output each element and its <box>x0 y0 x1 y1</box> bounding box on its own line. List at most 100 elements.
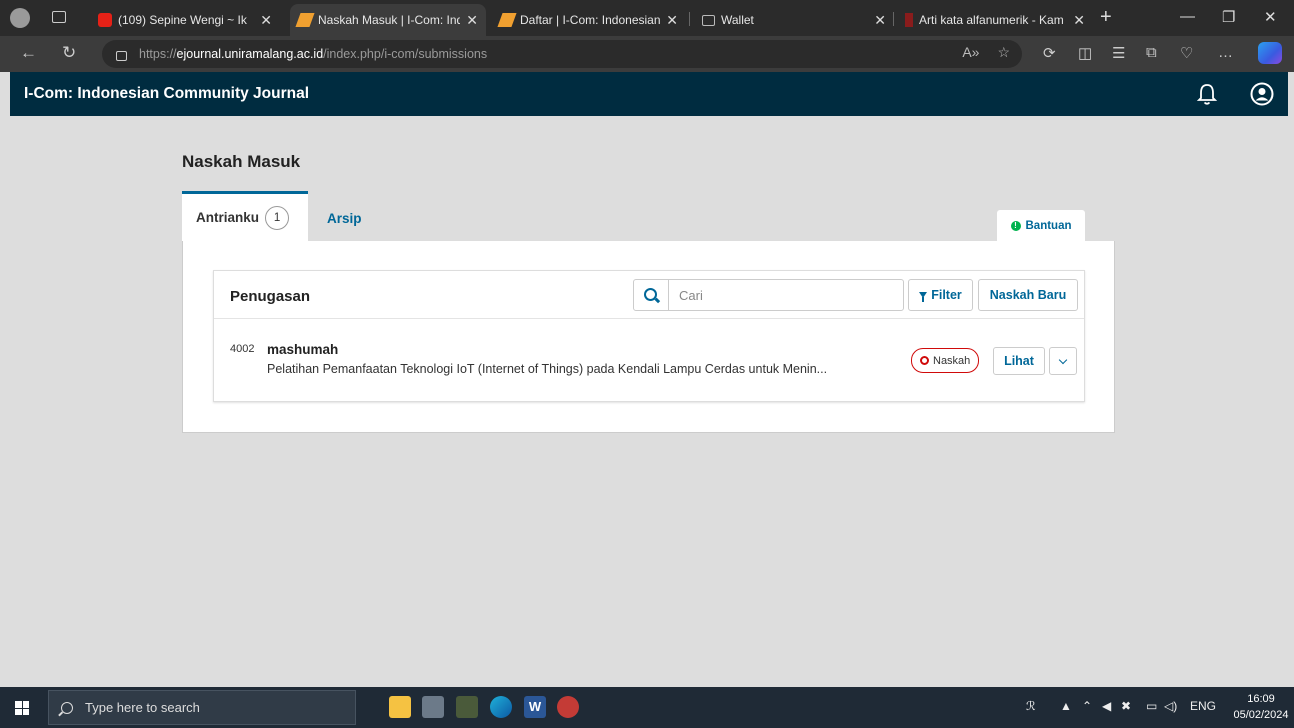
filter-button[interactable]: Filter <box>908 279 973 311</box>
network-icon[interactable]: ▭ <box>1146 699 1157 713</box>
taskbar-app-red-icon[interactable] <box>557 696 579 718</box>
url-scheme: https:// <box>139 47 177 61</box>
refresh-icon[interactable]: ↻ <box>62 43 76 63</box>
tab-label: Arti kata alfanumerik - Kam <box>919 13 1064 27</box>
filter-funnel-icon <box>919 292 928 302</box>
tab-archive[interactable]: Arsip <box>327 211 362 226</box>
profile-avatar-icon[interactable] <box>10 8 30 28</box>
submission-title: Pelatihan Pemanfaatan Teknologi IoT (Int… <box>267 362 828 376</box>
more-menu-icon[interactable]: … <box>1218 44 1233 61</box>
tab-actions-icon[interactable] <box>52 11 66 23</box>
taskbar-search-box[interactable]: Type here to search <box>48 690 356 725</box>
read-aloud-icon[interactable]: A» <box>962 44 979 61</box>
youtube-favicon-icon <box>98 13 112 27</box>
minimize-icon[interactable]: — <box>1180 8 1195 25</box>
browser-tab-strip: (109) Sepine Wengi ~ Ik ✕ Naskah Masuk |… <box>0 0 1294 36</box>
split-screen-icon[interactable]: ◫ <box>1078 44 1092 62</box>
tab-label: Naskah Masuk | I-Com: Indo <box>318 13 461 27</box>
stage-label: Naskah <box>933 354 971 367</box>
windows-taskbar: Type here to search W ℛ ▲ ⌃ ◀ ✖ ▭ ◁) ENG… <box>0 687 1294 728</box>
browser-tab-wallet[interactable]: Wallet ✕ <box>694 4 894 36</box>
new-tab-button[interactable]: + <box>1100 6 1112 29</box>
browser-essentials-icon[interactable]: ♡ <box>1180 44 1193 62</box>
drive-icon[interactable]: ▲ <box>1060 699 1072 713</box>
page-title: Naskah Masuk <box>182 152 301 171</box>
help-button[interactable]: ! Bantuan <box>997 210 1085 241</box>
extensions-icon[interactable]: ⟳ <box>1043 44 1056 62</box>
url-path: /index.php/i-com/submissions <box>323 47 488 61</box>
dictionary-favicon-icon <box>905 13 913 27</box>
tray-app-icon[interactable]: ◀ <box>1102 699 1111 713</box>
search-icon <box>61 701 73 714</box>
people-icon[interactable]: ℛ <box>1026 699 1036 713</box>
user-account-icon[interactable] <box>1250 82 1274 106</box>
tab-close-icon[interactable]: ✕ <box>1073 12 1085 29</box>
word-app-icon[interactable]: W <box>524 696 546 718</box>
favorite-star-icon[interactable]: ☆ <box>997 44 1010 61</box>
notification-bell-icon[interactable] <box>1196 82 1218 106</box>
taskbar-clock[interactable]: 16:09 05/02/2024 <box>1231 691 1291 723</box>
taskbar-app-icon[interactable] <box>456 696 478 718</box>
language-indicator[interactable]: ENG <box>1190 699 1216 713</box>
taskbar-search-placeholder: Type here to search <box>85 700 200 715</box>
search-box <box>633 279 904 311</box>
submission-author: mashumah <box>267 342 339 357</box>
app-header: I-Com: Indonesian Community Journal <box>10 72 1288 116</box>
tab-label: (109) Sepine Wengi ~ Ik <box>118 13 247 27</box>
queue-count-badge: 1 <box>265 205 290 230</box>
tab-my-queue-label: Antrianku <box>196 210 260 225</box>
browser-tab-naskah-masuk[interactable]: Naskah Masuk | I-Com: Indo ✕ <box>290 4 486 36</box>
browser-tab-youtube[interactable]: (109) Sepine Wengi ~ Ik ✕ <box>90 4 280 36</box>
file-explorer-icon[interactable] <box>389 696 411 718</box>
search-icon[interactable] <box>634 280 669 310</box>
volume-icon[interactable]: ◁) <box>1164 699 1177 713</box>
stage-badge[interactable]: Naskah <box>911 348 980 373</box>
list-item: 4002 mashumah Pelatihan Pemanfaatan Tekn… <box>214 320 1084 402</box>
address-bar[interactable]: https://ejournal.uniramalang.ac.id/index… <box>102 40 1022 68</box>
tab-label: Wallet <box>721 13 754 27</box>
collections-icon[interactable]: ⧉ <box>1146 44 1157 61</box>
lock-icon <box>116 51 127 61</box>
edge-browser-icon[interactable] <box>490 696 512 718</box>
chevron-down-icon <box>1058 355 1068 364</box>
expand-button[interactable] <box>1049 347 1077 375</box>
windows-start-icon[interactable] <box>15 701 29 715</box>
stage-status-icon <box>920 356 929 365</box>
filter-label: Filter <box>931 288 962 302</box>
antivirus-icon[interactable]: ✖ <box>1121 699 1131 713</box>
tab-separator <box>689 12 690 26</box>
submissions-list-panel: Penugasan Filter Naskah Baru 4002 mashum… <box>213 270 1085 402</box>
journal-title[interactable]: I-Com: Indonesian Community Journal <box>24 85 309 103</box>
new-submission-button[interactable]: Naskah Baru <box>978 279 1078 311</box>
calculator-app-icon[interactable] <box>422 696 444 718</box>
view-button[interactable]: Lihat <box>993 347 1045 375</box>
browser-tab-arti-kata[interactable]: Arti kata alfanumerik - Kam ✕ <box>897 4 1093 36</box>
clock-time: 16:09 <box>1247 693 1275 705</box>
tab-my-queue[interactable]: Antrianku 1 <box>182 191 308 241</box>
list-title: Penugasan <box>230 288 311 305</box>
tray-chevron-icon[interactable]: ⌃ <box>1082 699 1092 713</box>
submission-id: 4002 <box>230 343 255 355</box>
restore-icon[interactable]: ❐ <box>1222 8 1235 26</box>
tab-close-icon[interactable]: ✕ <box>666 12 678 29</box>
list-header: Penugasan Filter Naskah Baru <box>214 271 1084 319</box>
tab-label: Daftar | I-Com: Indonesian C <box>520 13 661 27</box>
back-icon[interactable]: ← <box>20 43 37 63</box>
tab-close-icon[interactable]: ✕ <box>466 12 478 29</box>
wallet-icon <box>702 14 715 26</box>
favorites-icon[interactable]: ☰ <box>1112 44 1125 62</box>
ojs-favicon-icon <box>295 13 315 27</box>
tab-close-icon[interactable]: ✕ <box>874 12 886 29</box>
browser-toolbar: ← ↻ https://ejournal.uniramalang.ac.id/i… <box>0 36 1294 72</box>
search-input[interactable] <box>669 280 899 310</box>
help-label: Bantuan <box>1025 219 1072 232</box>
ojs-favicon-icon <box>497 13 517 27</box>
tab-separator <box>893 12 894 26</box>
close-window-icon[interactable]: ✕ <box>1264 8 1277 26</box>
clock-date: 05/02/2024 <box>1233 709 1289 721</box>
copilot-icon[interactable] <box>1258 42 1282 64</box>
tab-close-icon[interactable]: ✕ <box>260 12 272 29</box>
url-host: ejournal.uniramalang.ac.id <box>176 47 324 61</box>
browser-tab-daftar[interactable]: Daftar | I-Com: Indonesian C ✕ <box>492 4 686 36</box>
info-icon: ! <box>1010 220 1021 231</box>
